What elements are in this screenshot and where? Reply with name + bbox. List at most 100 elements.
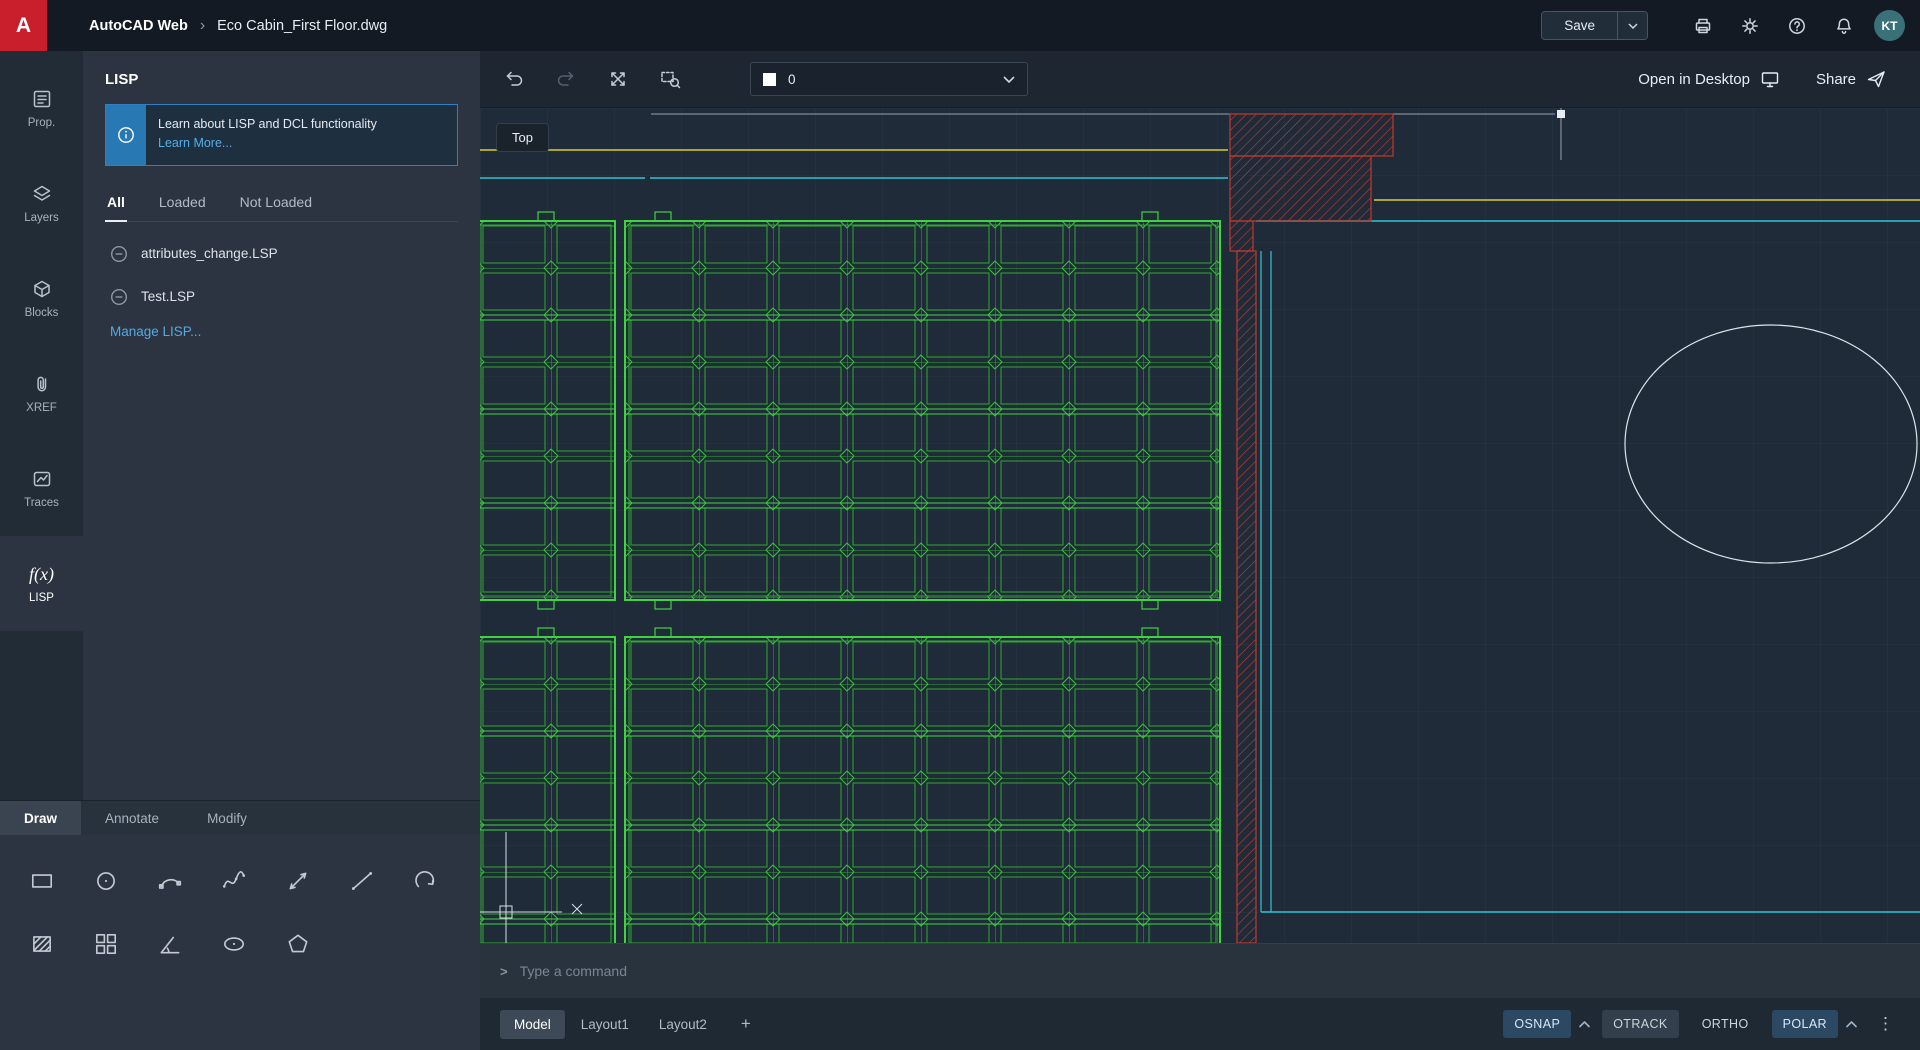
status-bar: Model Layout1 Layout2 + OSNAP OTRACK ORT… bbox=[480, 998, 1920, 1050]
zoom-window-icon bbox=[659, 68, 681, 90]
sidebar-item-label: Traces bbox=[24, 497, 59, 509]
autocad-logo[interactable]: A bbox=[0, 0, 47, 51]
panel-grid-top-right[interactable] bbox=[625, 221, 1220, 600]
canvas-toolbar-right: Open in Desktop Share bbox=[1638, 69, 1886, 89]
sidebar-item-label: LISP bbox=[29, 592, 54, 604]
osnap-expand-button[interactable] bbox=[1579, 1021, 1590, 1028]
tool-hatch[interactable] bbox=[18, 920, 66, 968]
panel-title: LISP bbox=[83, 51, 480, 104]
dimension-icon bbox=[285, 868, 311, 894]
tab-model[interactable]: Model bbox=[500, 1010, 565, 1039]
sidebar-item-lisp[interactable]: f(x) LISP bbox=[0, 536, 83, 631]
list-item[interactable]: Test.LSP bbox=[83, 275, 480, 318]
lisp-file-list: attributes_change.LSP Test.LSP bbox=[83, 232, 480, 318]
hatch-icon bbox=[29, 931, 55, 957]
command-bar: > bbox=[480, 943, 1920, 998]
lisp-panel: LISP Learn about LISP and DCL functional… bbox=[83, 51, 480, 800]
chevron-up-icon bbox=[1846, 1021, 1857, 1028]
draw-tools-panel bbox=[0, 835, 480, 1050]
ortho-toggle[interactable]: ORTHO bbox=[1691, 1010, 1760, 1038]
sidebar-item-traces[interactable]: Traces bbox=[0, 441, 83, 536]
rectangle-icon bbox=[29, 868, 55, 894]
lisp-file-name: attributes_change.LSP bbox=[141, 246, 278, 261]
info-message: Learn about LISP and DCL functionality bbox=[158, 117, 377, 131]
tab-modify[interactable]: Modify bbox=[183, 801, 271, 835]
panel-grid-bottom-right[interactable] bbox=[625, 637, 1220, 943]
polar-expand-button[interactable] bbox=[1846, 1021, 1857, 1028]
minus-circle-icon bbox=[110, 245, 128, 263]
tab-not-loaded[interactable]: Not Loaded bbox=[238, 184, 314, 221]
settings-button[interactable] bbox=[1732, 8, 1768, 44]
tool-dimension[interactable] bbox=[274, 857, 322, 905]
tab-all[interactable]: All bbox=[105, 184, 127, 222]
sidebar-item-label: Prop. bbox=[28, 117, 56, 129]
redo-icon bbox=[555, 68, 577, 90]
add-layout-button[interactable]: + bbox=[733, 1014, 759, 1034]
tab-loaded[interactable]: Loaded bbox=[157, 184, 208, 221]
tab-layout1[interactable]: Layout1 bbox=[567, 1010, 643, 1039]
array-icon bbox=[93, 931, 119, 957]
command-input[interactable] bbox=[520, 963, 1920, 979]
tab-draw[interactable]: Draw bbox=[0, 801, 81, 835]
tool-ellipse[interactable] bbox=[210, 920, 258, 968]
tool-arc-continue[interactable] bbox=[402, 857, 450, 905]
tool-circle[interactable] bbox=[82, 857, 130, 905]
view-cube-label[interactable]: Top bbox=[496, 123, 549, 152]
tool-line[interactable] bbox=[338, 857, 386, 905]
redo-button[interactable] bbox=[546, 59, 586, 99]
arc-continue-icon bbox=[413, 868, 439, 894]
share-label: Share bbox=[1816, 71, 1856, 88]
panel-grid-top-left[interactable] bbox=[480, 221, 615, 600]
xref-icon bbox=[31, 373, 53, 395]
undo-icon bbox=[503, 68, 525, 90]
sidebar-item-properties[interactable]: Prop. bbox=[0, 61, 83, 156]
chevron-up-icon bbox=[1579, 1021, 1590, 1028]
tool-array[interactable] bbox=[82, 920, 130, 968]
polar-toggle[interactable]: POLAR bbox=[1772, 1010, 1838, 1038]
list-item[interactable]: attributes_change.LSP bbox=[83, 232, 480, 275]
otrack-toggle[interactable]: OTRACK bbox=[1602, 1010, 1679, 1038]
print-button[interactable] bbox=[1685, 8, 1721, 44]
share-button[interactable]: Share bbox=[1816, 69, 1886, 89]
share-plane-icon bbox=[1866, 69, 1886, 89]
left-icon-rail: Prop. Layers Blocks XREF Traces f(x) LIS… bbox=[0, 51, 83, 800]
user-avatar[interactable]: KT bbox=[1874, 10, 1905, 41]
sidebar-item-xref[interactable]: XREF bbox=[0, 346, 83, 441]
tool-rectangle[interactable] bbox=[18, 857, 66, 905]
status-overflow-menu[interactable]: ⋮ bbox=[1877, 1014, 1894, 1034]
save-button[interactable]: Save bbox=[1542, 12, 1617, 39]
undo-button[interactable] bbox=[494, 59, 534, 99]
ribbon-tab-bar: Draw Annotate Modify bbox=[0, 800, 480, 835]
layer-color-swatch bbox=[763, 73, 776, 86]
layer-select[interactable]: 0 bbox=[750, 62, 1028, 96]
polygon-icon bbox=[285, 931, 311, 957]
desktop-icon bbox=[1760, 69, 1780, 89]
viewport[interactable]: Top bbox=[480, 108, 1920, 943]
tool-spline[interactable] bbox=[210, 857, 258, 905]
tab-layout2[interactable]: Layout2 bbox=[645, 1010, 721, 1039]
tab-annotate[interactable]: Annotate bbox=[81, 801, 183, 835]
breadcrumb-app-name[interactable]: AutoCAD Web bbox=[89, 18, 188, 34]
tool-polygon[interactable] bbox=[274, 920, 322, 968]
tool-measure[interactable] bbox=[146, 920, 194, 968]
panel-grid-bottom-left[interactable] bbox=[480, 637, 615, 943]
help-button[interactable] bbox=[1779, 8, 1815, 44]
save-caret-button[interactable] bbox=[1617, 12, 1647, 39]
sidebar-item-blocks[interactable]: Blocks bbox=[0, 251, 83, 346]
manage-lisp-link[interactable]: Manage LISP... bbox=[110, 324, 201, 339]
open-in-desktop-button[interactable]: Open in Desktop bbox=[1638, 69, 1780, 89]
current-layer-name: 0 bbox=[788, 72, 1003, 87]
zoom-window-button[interactable] bbox=[650, 59, 690, 99]
chevron-down-icon bbox=[1003, 76, 1015, 83]
tool-row-1 bbox=[18, 857, 480, 905]
lisp-filter-tabs: All Loaded Not Loaded bbox=[105, 184, 458, 222]
drawing-canvas[interactable] bbox=[480, 108, 1920, 943]
osnap-toggle[interactable]: OSNAP bbox=[1503, 1010, 1571, 1038]
learn-more-link[interactable]: Learn More... bbox=[158, 136, 232, 150]
breadcrumb-file-name: Eco Cabin_First Floor.dwg bbox=[217, 18, 387, 34]
sidebar-item-layers[interactable]: Layers bbox=[0, 156, 83, 251]
tool-row-2 bbox=[18, 920, 480, 968]
tool-arc[interactable] bbox=[146, 857, 194, 905]
zoom-extents-button[interactable] bbox=[598, 59, 638, 99]
notifications-button[interactable] bbox=[1826, 8, 1862, 44]
